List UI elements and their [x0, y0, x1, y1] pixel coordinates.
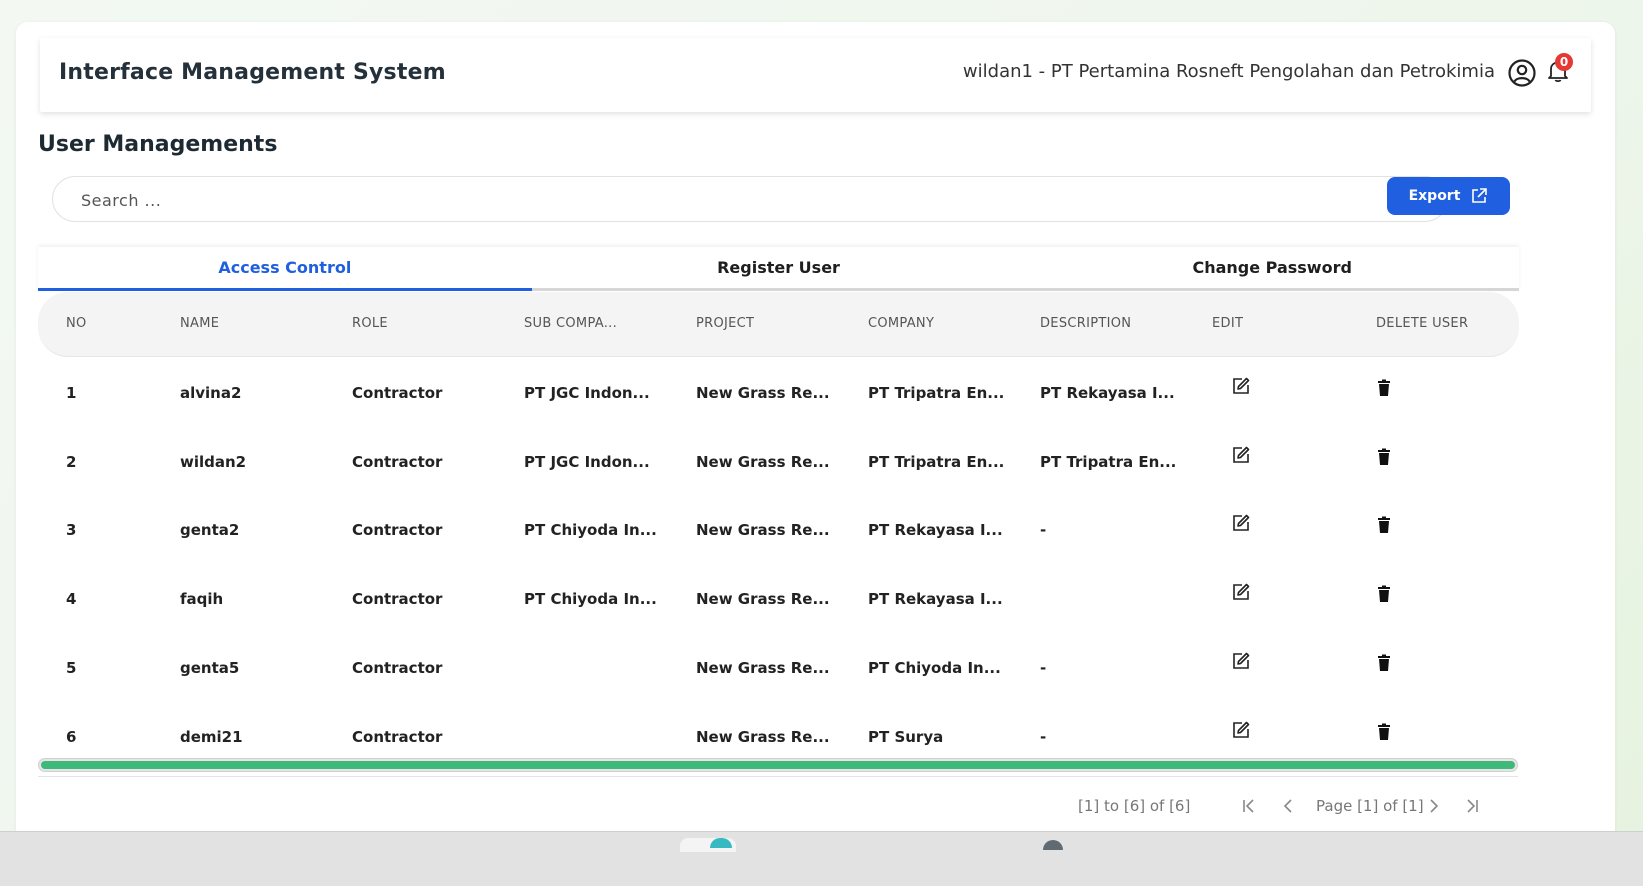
- table-row: 5 genta5 Contractor New Grass Re... PT Chiyo…: [38, 631, 1519, 703]
- user-info: wildan1 - PT Pertamina Rosneft Pengolaha…: [962, 61, 1495, 82]
- export-label: Export: [1408, 188, 1461, 204]
- cell-project: New Grass Re...: [696, 521, 830, 540]
- tab-access-control[interactable]: Access Control: [38, 247, 532, 291]
- cell-no: 2: [66, 452, 77, 471]
- search-bar: [52, 176, 1448, 222]
- column-header-edit: EDIT: [1212, 316, 1244, 331]
- table-row: 4 faqih Contractor PT Chiyoda In... New Gras…: [38, 562, 1519, 634]
- tab-bar: Access Control Register User Change Pass…: [38, 247, 1519, 291]
- cell-project: New Grass Re...: [696, 658, 830, 677]
- column-header-project[interactable]: PROJECT: [696, 316, 754, 331]
- table-header: NO NAME ROLE SUB COMPA... PROJECT COMPAN…: [38, 292, 1519, 357]
- top-header: Interface Management System wildan1 - PT…: [40, 38, 1591, 112]
- tab-change-password[interactable]: Change Password: [1025, 247, 1519, 288]
- trash-icon[interactable]: [1374, 378, 1394, 398]
- column-header-sub-company[interactable]: SUB COMPA...: [524, 316, 617, 331]
- last-page-icon[interactable]: [1463, 797, 1481, 815]
- cell-name: genta2: [180, 521, 240, 540]
- cell-project: New Grass Re...: [696, 452, 830, 471]
- cell-company: PT Tripatra En...: [868, 452, 1005, 471]
- cell-no: 6: [66, 727, 77, 746]
- notification-badge: 0: [1555, 53, 1573, 71]
- edit-icon[interactable]: [1231, 582, 1251, 602]
- taskbar-app-icon[interactable]: [680, 838, 736, 852]
- cell-role: Contractor: [352, 658, 443, 677]
- app-title: Interface Management System: [59, 60, 446, 85]
- page-title: User Managements: [38, 132, 278, 157]
- cell-name: genta5: [180, 658, 240, 677]
- trash-icon[interactable]: [1374, 722, 1394, 742]
- trash-icon[interactable]: [1374, 584, 1394, 604]
- table-row: 1 alvina2 Contractor PT JGC Indon... New Gra…: [38, 356, 1519, 428]
- edit-icon[interactable]: [1231, 376, 1251, 396]
- cell-role: Contractor: [352, 452, 443, 471]
- cell-description: -: [1040, 658, 1047, 677]
- trash-icon[interactable]: [1374, 515, 1394, 535]
- user-account-icon[interactable]: [1507, 58, 1537, 88]
- first-page-icon[interactable]: [1240, 797, 1258, 815]
- edit-icon[interactable]: [1231, 445, 1251, 465]
- edit-icon[interactable]: [1231, 513, 1251, 533]
- cell-no: 3: [66, 521, 77, 540]
- column-header-delete-user: DELETE USER: [1376, 316, 1469, 331]
- cell-project: New Grass Re...: [696, 590, 830, 609]
- cell-role: Contractor: [352, 590, 443, 609]
- table-row: 2 wildan2 Contractor PT JGC Indon... New Gra…: [38, 425, 1519, 497]
- cell-role: Contractor: [352, 384, 443, 402]
- page-indicator: Page [1] of [1]: [1316, 797, 1424, 815]
- cell-description: -: [1040, 727, 1047, 746]
- edit-icon[interactable]: [1231, 720, 1251, 740]
- cell-no: 4: [66, 590, 77, 609]
- cell-description: PT Rekayasa I...: [1040, 384, 1175, 402]
- cell-role: Contractor: [352, 727, 443, 746]
- cell-name: alvina2: [180, 384, 242, 402]
- tab-register-user[interactable]: Register User: [532, 247, 1026, 288]
- trash-icon[interactable]: [1374, 653, 1394, 673]
- cell-role: Contractor: [352, 521, 443, 540]
- previous-page-icon[interactable]: [1280, 797, 1298, 815]
- cell-sub-company: PT Chiyoda In...: [524, 521, 657, 540]
- cell-sub-company: PT JGC Indon...: [524, 452, 650, 471]
- cell-description: -: [1040, 521, 1047, 540]
- taskbar-strip: [0, 831, 1643, 886]
- column-header-company[interactable]: COMPANY: [868, 316, 934, 331]
- column-header-role[interactable]: ROLE: [352, 316, 388, 331]
- cell-company: PT Surya: [868, 727, 944, 746]
- column-header-no[interactable]: NO: [66, 316, 87, 331]
- external-link-icon: [1472, 188, 1488, 203]
- trash-icon[interactable]: [1374, 447, 1394, 467]
- edit-icon[interactable]: [1231, 651, 1251, 671]
- table-row: 3 genta2 Contractor PT Chiyoda In... New Gra…: [38, 493, 1519, 565]
- cell-description: PT Tripatra En...: [1040, 452, 1177, 471]
- cell-name: wildan2: [180, 452, 247, 471]
- cell-project: New Grass Re...: [696, 727, 830, 746]
- footer-divider: [38, 776, 1518, 777]
- pagination-range: [1] to [6] of [6]: [1078, 797, 1191, 815]
- export-button[interactable]: Export: [1387, 177, 1510, 215]
- cell-company: PT Chiyoda In...: [868, 658, 1001, 677]
- cell-company: PT Rekayasa I...: [868, 521, 1003, 540]
- next-page-icon[interactable]: [1424, 797, 1442, 815]
- search-input[interactable]: [81, 187, 1381, 213]
- cell-no: 1: [66, 384, 77, 402]
- cell-sub-company: PT Chiyoda In...: [524, 590, 657, 609]
- cell-name: demi21: [180, 727, 243, 746]
- cell-company: PT Tripatra En...: [868, 384, 1005, 402]
- column-header-name[interactable]: NAME: [180, 316, 219, 331]
- cell-project: New Grass Re...: [696, 384, 830, 402]
- horizontal-scrollbar[interactable]: [38, 758, 1518, 772]
- cell-sub-company: PT JGC Indon...: [524, 384, 650, 402]
- cell-company: PT Rekayasa I...: [868, 590, 1003, 609]
- cell-name: faqih: [180, 590, 224, 609]
- scrollbar-thumb[interactable]: [41, 761, 1515, 769]
- cell-no: 5: [66, 658, 77, 677]
- column-header-description[interactable]: DESCRIPTION: [1040, 316, 1131, 331]
